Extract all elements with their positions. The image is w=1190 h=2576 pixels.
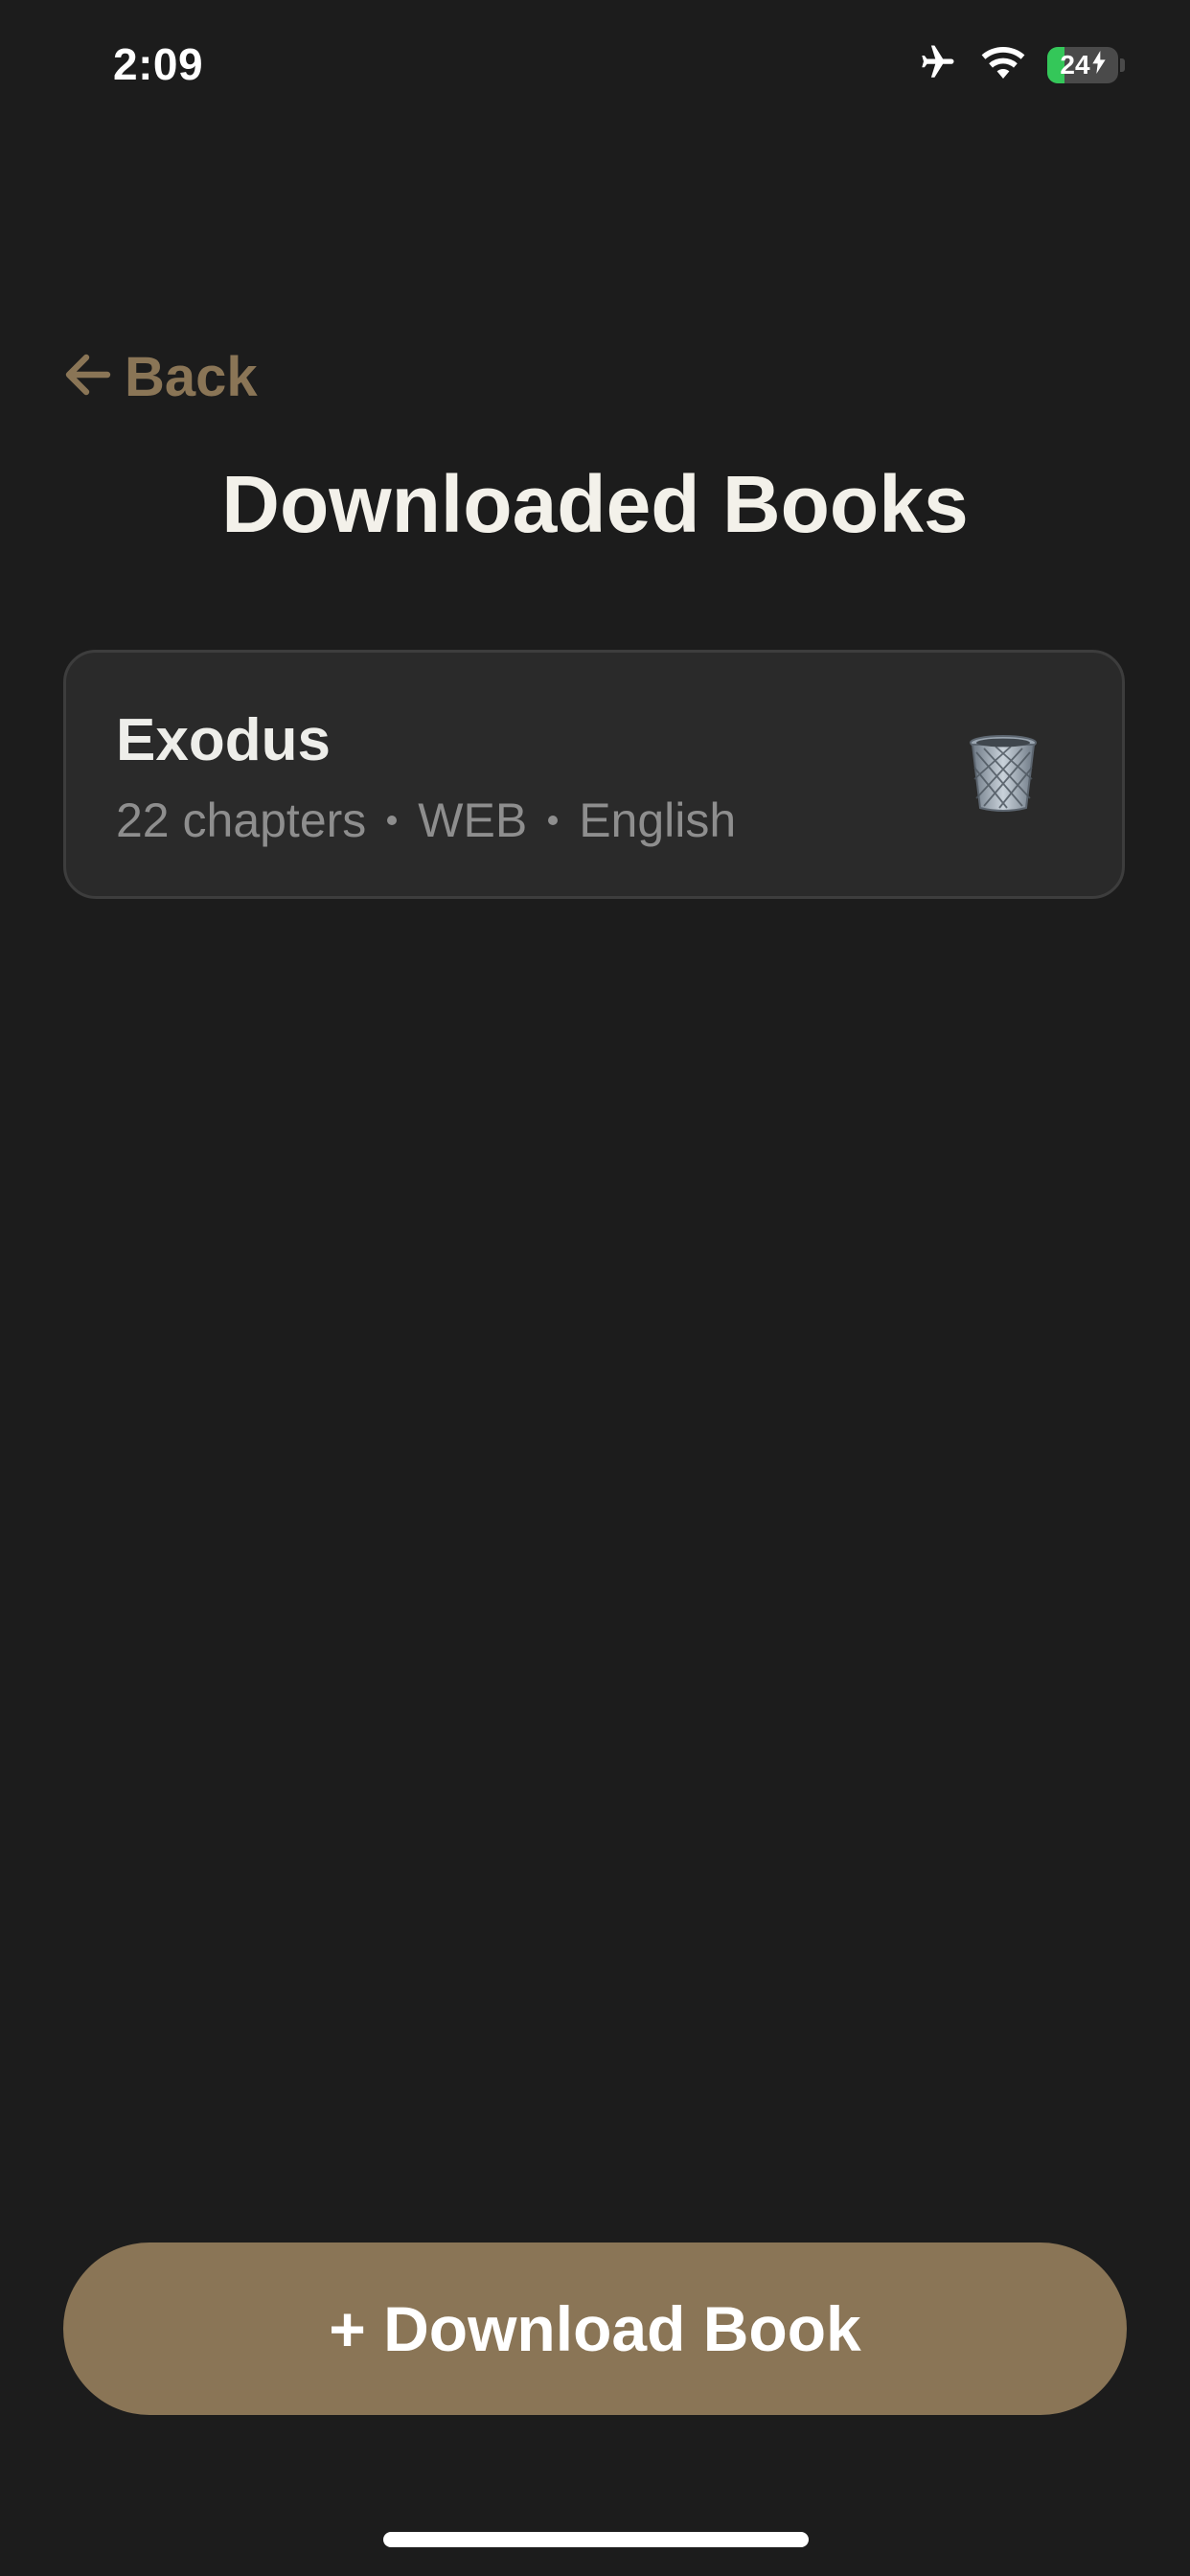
book-language: English (579, 794, 737, 847)
status-time: 2:09 (113, 39, 204, 89)
delete-book-button[interactable] (965, 733, 1041, 814)
book-meta: 22 chapters WEB English (116, 793, 736, 848)
book-card[interactable]: Exodus 22 chapters WEB English (63, 650, 1125, 899)
back-label: Back (125, 346, 258, 408)
download-book-button[interactable]: + Download Book (63, 2242, 1127, 2415)
back-button[interactable]: Back (65, 345, 258, 409)
book-chapters: 22 chapters (116, 794, 367, 847)
trash-icon (965, 735, 1041, 817)
separator-dot (387, 816, 398, 825)
arrow-left-icon (65, 345, 111, 409)
wifi-icon (980, 44, 1026, 85)
charging-bolt-icon (1091, 50, 1106, 80)
battery-cap (1120, 58, 1125, 72)
page-title: Downloaded Books (221, 459, 969, 549)
status-bar: 2:09 24 (0, 0, 1190, 134)
battery-icon: 24 (1047, 46, 1118, 83)
battery-percent: 24 (1060, 49, 1090, 80)
airplane-icon (915, 42, 959, 87)
book-translation: WEB (418, 794, 528, 847)
separator-dot (548, 816, 559, 825)
book-title: Exodus (116, 707, 331, 773)
battery-indicator: 24 (1047, 46, 1125, 83)
status-icons: 24 (915, 42, 1125, 87)
home-indicator (383, 2532, 809, 2547)
